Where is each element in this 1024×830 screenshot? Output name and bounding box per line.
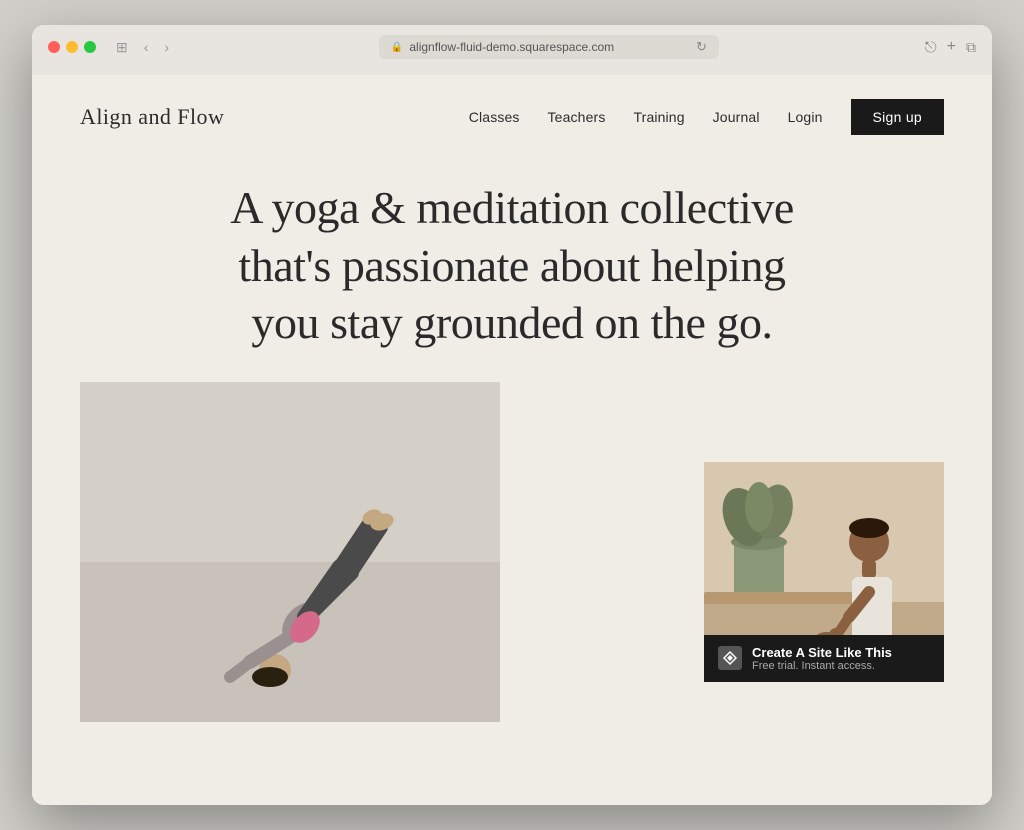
nav-link-teachers[interactable]: Teachers	[548, 109, 606, 125]
site-logo[interactable]: Align and Flow	[80, 104, 224, 130]
copy-tab-icon[interactable]: ⧉	[966, 39, 976, 56]
browser-nav: ⊞ ‹ ›	[112, 37, 173, 58]
address-bar[interactable]: 🔒 alignflow-fluid-demo.squarespace.com ↻	[379, 35, 719, 59]
window-toggle[interactable]: ⊞	[112, 37, 132, 58]
browser-chrome: ⊞ ‹ › 🔒 alignflow-fluid-demo.squarespace…	[32, 25, 992, 75]
lock-icon: 🔒	[391, 42, 403, 53]
ss-sub-text: Free trial. Instant access.	[752, 660, 892, 672]
browser-window: ⊞ ‹ › 🔒 alignflow-fluid-demo.squarespace…	[32, 25, 992, 805]
squarespace-icon	[718, 646, 742, 670]
website-content: Align and Flow Classes Teachers Training…	[32, 75, 992, 805]
hero-section: A yoga & meditation collective that's pa…	[32, 159, 992, 382]
nav-link-journal[interactable]: Journal	[713, 109, 760, 125]
maximize-button[interactable]	[84, 41, 96, 53]
minimize-button[interactable]	[66, 41, 78, 53]
add-tab-icon[interactable]: +	[947, 38, 956, 56]
browser-controls: ⊞ ‹ › 🔒 alignflow-fluid-demo.squarespace…	[48, 35, 976, 59]
nav-links: Classes Teachers Training Journal Login …	[469, 99, 944, 135]
close-button[interactable]	[48, 41, 60, 53]
traffic-lights	[48, 41, 96, 53]
nav-link-classes[interactable]: Classes	[469, 109, 520, 125]
yoga-image-left	[80, 382, 500, 722]
share-icon[interactable]: ⎋	[925, 39, 937, 56]
address-bar-container: 🔒 alignflow-fluid-demo.squarespace.com ↻	[181, 35, 917, 59]
back-button[interactable]: ‹	[140, 37, 153, 58]
image-right-area: Create A Site Like This Free trial. Inst…	[520, 382, 944, 682]
signup-button[interactable]: Sign up	[851, 99, 944, 135]
ss-main-text: Create A Site Like This	[752, 645, 892, 660]
browser-actions: ⎋ + ⧉	[925, 38, 976, 56]
yoga-pose-svg	[80, 382, 500, 722]
browser-tab-bar	[48, 67, 976, 75]
nav-link-training[interactable]: Training	[633, 109, 684, 125]
forward-button[interactable]: ›	[160, 37, 173, 58]
site-nav: Align and Flow Classes Teachers Training…	[32, 75, 992, 159]
url-text: alignflow-fluid-demo.squarespace.com	[409, 40, 614, 54]
squarespace-banner[interactable]: Create A Site Like This Free trial. Inst…	[704, 635, 944, 682]
images-section: Create A Site Like This Free trial. Inst…	[32, 382, 992, 806]
hero-heading: A yoga & meditation collective that's pa…	[212, 179, 812, 352]
nav-link-login[interactable]: Login	[788, 109, 823, 125]
meditation-image-right: Create A Site Like This Free trial. Inst…	[704, 462, 944, 682]
reload-icon[interactable]: ↻	[696, 39, 707, 55]
ss-text: Create A Site Like This Free trial. Inst…	[752, 645, 892, 672]
